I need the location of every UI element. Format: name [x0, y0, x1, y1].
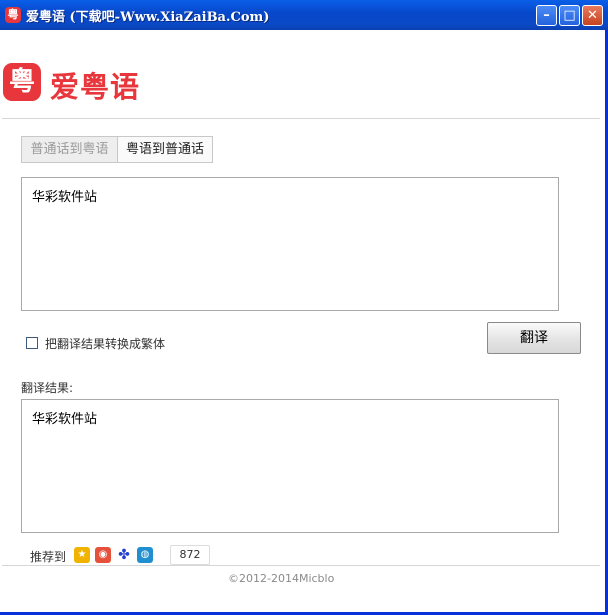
- logo-icon: 粤: [3, 63, 41, 101]
- app-icon: 粤: [5, 7, 21, 23]
- header-divider: [2, 118, 600, 119]
- copyright-text: ©2012-2014Micblo: [228, 572, 335, 585]
- weibo-icon[interactable]: ◉: [95, 547, 111, 563]
- translate-button[interactable]: 翻译: [487, 322, 581, 354]
- window-title: 爱粤语 (下载吧-Www.XiaZaiBa.Com): [26, 10, 270, 25]
- share-label: 推荐到: [30, 550, 67, 564]
- tab-cantonese-to-mandarin[interactable]: 粤语到普通话: [117, 136, 213, 163]
- close-button[interactable]: ✕: [582, 5, 603, 26]
- footer-divider: [2, 565, 600, 566]
- minimize-button[interactable]: –: [536, 5, 557, 26]
- tab-mandarin-to-cantonese[interactable]: 普通话到粤语: [21, 136, 118, 163]
- traditional-checkbox[interactable]: [26, 337, 38, 349]
- main-content: 粤 爱粤语 普通话到粤语 粤语到普通话 华彩软件站 把翻译结果转换成繁体 翻译 …: [0, 30, 602, 612]
- result-label: 翻译结果:: [21, 381, 74, 395]
- qzone-icon[interactable]: ★: [74, 547, 90, 563]
- title-bar[interactable]: 粤 爱粤语 (下载吧-Www.XiaZaiBa.Com) – □ ✕: [0, 0, 608, 30]
- maximize-button[interactable]: □: [559, 5, 580, 26]
- traditional-checkbox-label[interactable]: 把翻译结果转换成繁体: [45, 335, 165, 352]
- baidu-icon[interactable]: ✤: [116, 547, 132, 563]
- share-count: 872: [170, 545, 210, 565]
- tencent-weibo-icon[interactable]: ◍: [137, 547, 153, 563]
- source-text-input[interactable]: 华彩软件站: [21, 177, 559, 311]
- logo-text: 爱粤语: [50, 70, 141, 104]
- result-text-output[interactable]: 华彩软件站: [21, 399, 559, 533]
